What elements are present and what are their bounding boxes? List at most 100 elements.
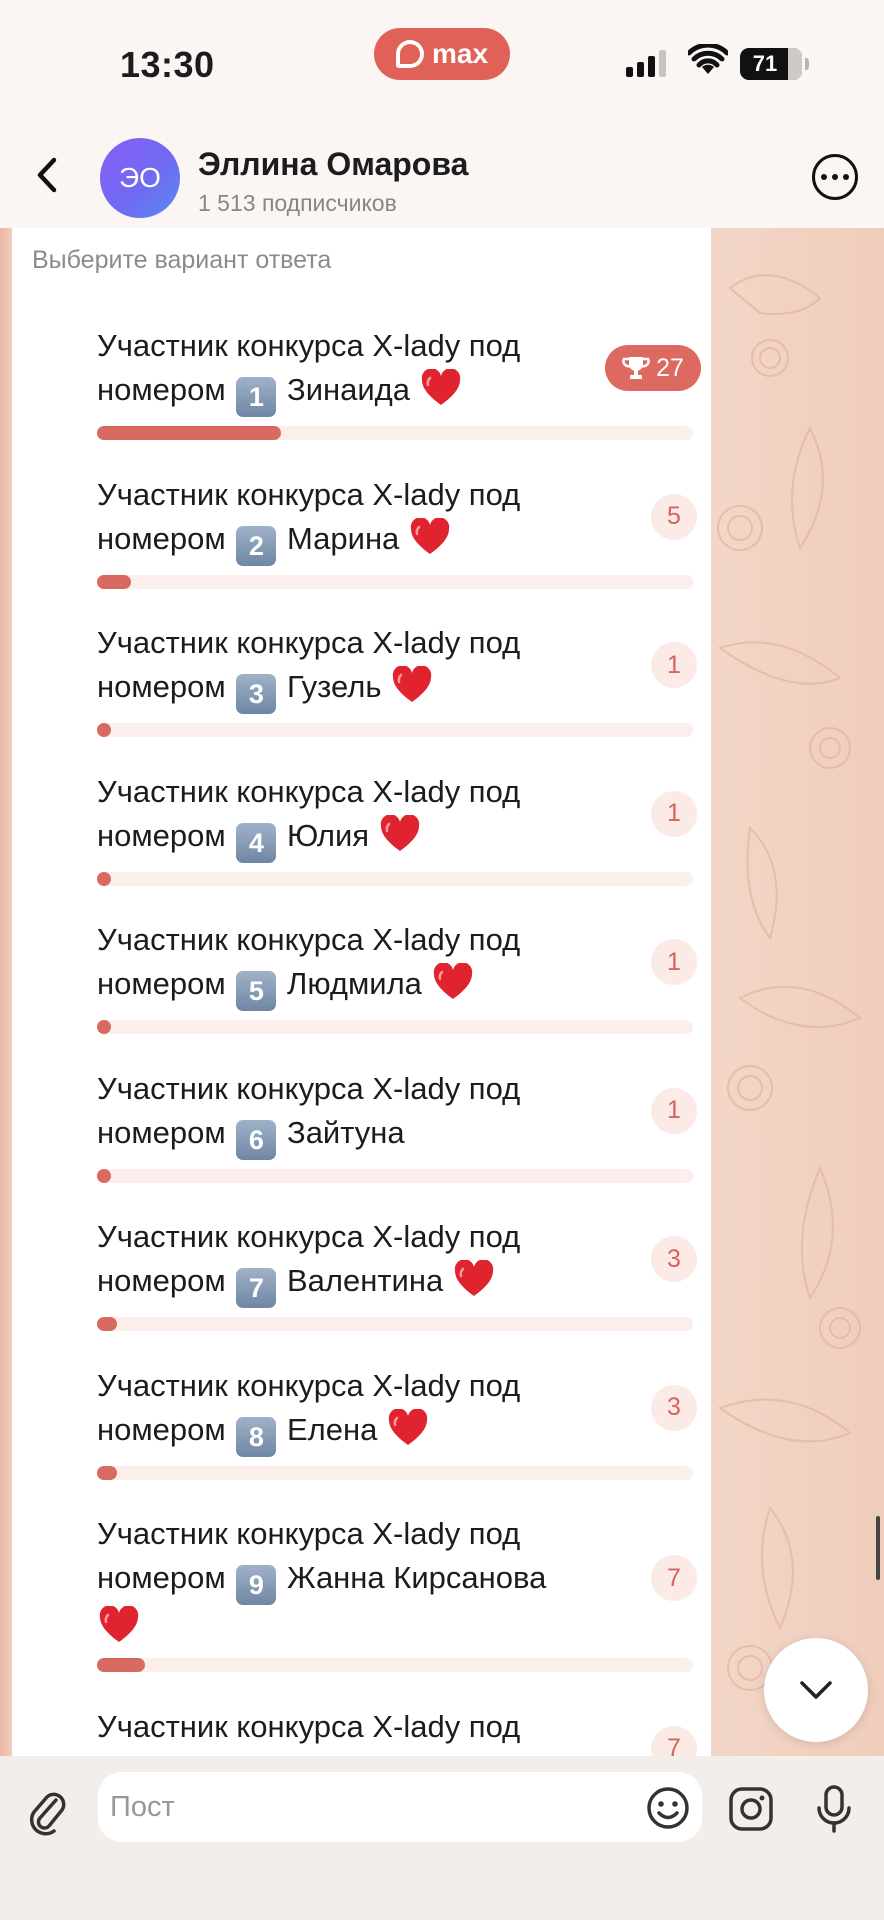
vote-count-value: 1 [667,799,681,827]
poll-option[interactable]: Участник конкурса X-lady под номером 6 За… [97,1067,697,1183]
subscriber-count: 1 513 подписчиков [198,190,397,216]
number-keycap-icon: 4 [236,822,277,863]
back-chevron-icon[interactable] [24,150,74,200]
vote-count: 1 [651,642,697,688]
poll-option-text: Участник конкурса X-lady под [97,1705,597,1749]
poll-option-line1: Участник конкурса X-lady под [97,1070,521,1106]
vote-count: 7 [651,1555,697,1601]
poll-option-name: Валентина [286,1263,444,1298]
poll-option-line1: Участник конкурса X-lady под [97,773,521,809]
vote-count: 1 [651,790,697,837]
number-keycap-icon: 9 [236,1565,277,1605]
winner-vote-count: 27 [605,345,701,391]
vote-count-value: 7 [667,1734,681,1756]
poll-option[interactable]: Участник конкурса X-lady под номером 5 Лю… [97,918,697,1034]
poll-option-name: Жанна Кирсанова [286,1560,547,1595]
heart-icon [421,369,460,405]
poll-option-line1: Участник конкурса X-lady под [97,476,521,512]
vote-bar-fill [97,1020,111,1034]
vote-bar-track [97,1020,693,1034]
vote-bar-track [97,574,693,589]
heart-icon [392,666,432,702]
number-keycap-icon: 8 [236,1416,277,1457]
poll-option-name: Зайтуна [286,1114,405,1150]
number-keycap-icon: 1 [236,377,277,417]
vote-count-value: 5 [667,502,681,530]
poll-option[interactable]: Участник конкурса X-lady под 7 [97,1705,697,1756]
heart-icon [454,1260,494,1296]
max-app-badge[interactable]: max [374,28,510,80]
vote-bar-track [97,1168,693,1183]
scroll-down-button[interactable] [764,1638,868,1742]
number-keycap-icon: 7 [236,1268,277,1308]
vote-bar-track [97,1658,693,1672]
vote-count-value: 7 [667,1563,681,1592]
poll-option-text: Участник конкурса X-lady под номером 9 Жа… [97,1512,617,1649]
poll-option-text: Участник конкурса X-lady под номером 7 Ва… [97,1215,597,1308]
vote-bar-fill [97,1168,111,1183]
poll-option[interactable]: Участник конкурса X-lady под номером 7 Ва… [97,1215,697,1331]
wifi-icon [688,44,728,74]
vote-bar-track [97,426,693,440]
vote-bar-fill [97,1658,145,1672]
battery-level: 71 [752,51,778,76]
poll-option-line1: Участник конкурса X-lady под [97,1219,521,1254]
poll-option-prefix: номером [97,520,226,556]
poll-option-line1: Участник конкурса X-lady под [97,1367,521,1403]
poll-option-name: Марина [286,520,400,556]
heart-icon [99,1606,139,1642]
vote-bar-track [97,1317,693,1331]
vote-bar-track [97,723,693,737]
poll-option-name: Юлия [286,817,370,853]
poll-option[interactable]: Участник конкурса X-lady под номером 1 Зи… [97,324,701,440]
vote-bar-track [97,1465,693,1480]
vote-count-value: 27 [656,353,684,382]
status-time: 13:30 [120,44,215,85]
vote-bar-fill [97,871,111,886]
channel-avatar[interactable]: ЭО [100,138,180,218]
vote-count: 3 [651,1236,697,1282]
vote-bar-fill [97,574,132,589]
poll-option-prefix: номером [97,1114,226,1150]
poll-option-text: Участник конкурса X-lady под номером 4 Юл… [97,770,597,863]
poll-option-prefix: номером [97,1263,226,1298]
poll-option-line1: Участник конкурса X-lady под [97,1516,521,1551]
poll-option-line1: Участник конкурса X-lady под [97,1708,521,1744]
vote-count: 1 [651,1087,697,1134]
channel-name[interactable]: Эллина Омарова [198,146,468,183]
number-keycap-icon: 3 [236,674,277,714]
poll-option[interactable]: Участник конкурса X-lady под номером 9 Жа… [97,1512,697,1672]
poll-option-prefix: номером [97,817,226,853]
poll-option-name: Зинаида [286,372,411,407]
vote-count: 3 [651,1384,697,1431]
poll-option-text: Участник конкурса X-lady под номером 5 Лю… [97,918,597,1011]
poll-option-text: Участник конкурса X-lady под номером 3 Гу… [97,621,597,714]
vote-count-value: 1 [667,947,681,976]
more-icon[interactable] [812,154,858,200]
channel-header: ЭО Эллина Омарова 1 513 подписчиков [0,120,884,228]
poll-option[interactable]: Участник конкурса X-lady под номером 3 Гу… [97,621,697,737]
vote-count-value: 3 [667,1244,681,1273]
microphone-icon[interactable] [814,1784,854,1834]
poll-option-text: Участник конкурса X-lady под номером 1 Зи… [97,324,597,417]
number-keycap-icon: 6 [236,1119,277,1160]
poll-option[interactable]: Участник конкурса X-lady под номером 2 Ма… [97,473,697,589]
vote-count-value: 1 [667,1096,681,1124]
trophy-icon [622,357,650,379]
camera-icon[interactable] [728,1786,774,1832]
vote-count-value: 3 [667,1393,681,1421]
scrollbar[interactable] [876,1516,880,1580]
post-input[interactable] [98,1772,702,1842]
poll-option-prefix: номером [97,372,226,407]
poll-option[interactable]: Участник конкурса X-lady под номером 4 Юл… [97,770,697,886]
poll-option-text: Участник конкурса X-lady под номером 6 За… [97,1067,597,1160]
poll-option[interactable]: Участник конкурса X-lady под номером 8 Ел… [97,1364,697,1480]
fish-pattern [717,274,862,1691]
signal-icon [626,50,666,77]
paperclip-icon[interactable] [26,1788,70,1836]
poll-option-text: Участник конкурса X-lady под номером 2 Ма… [97,473,597,566]
composer-bar [0,1756,884,1920]
emoji-icon[interactable] [646,1786,690,1830]
poll-card: Выберите вариант ответа Участник конкурс… [12,228,711,1756]
heart-icon [410,517,450,554]
